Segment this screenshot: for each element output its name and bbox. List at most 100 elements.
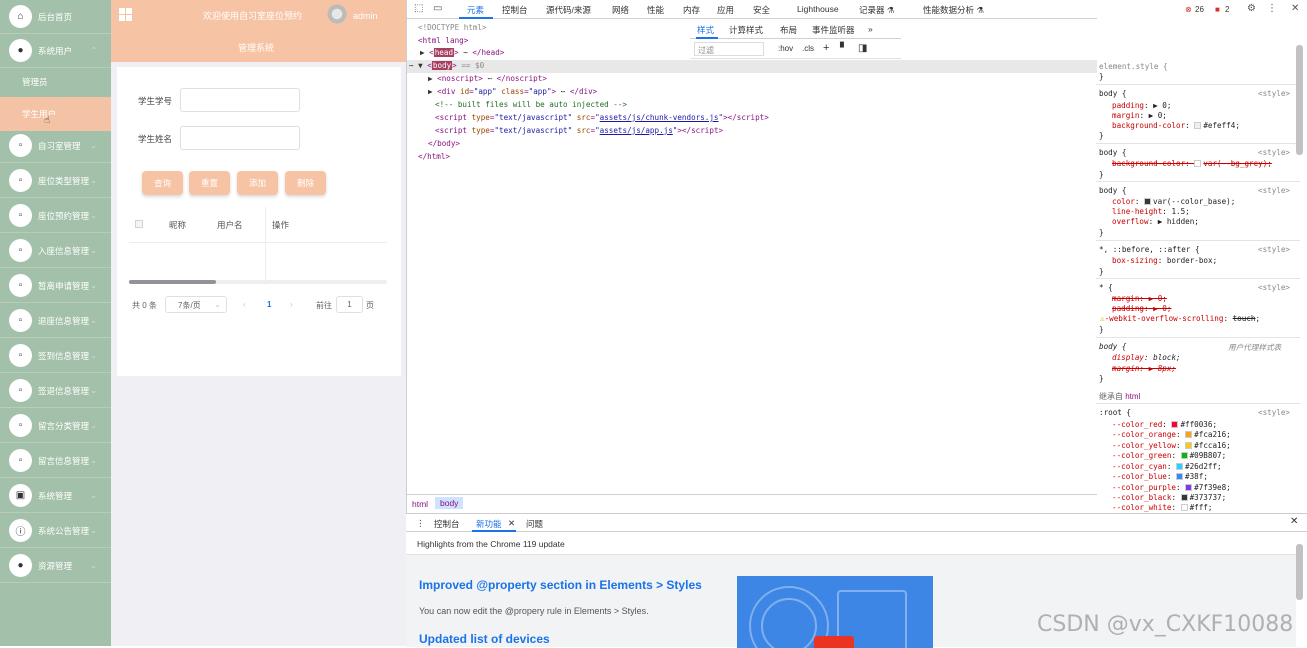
star-rule-selector[interactable]: * { <box>1099 283 1113 292</box>
prop-background-color-overridden[interactable]: background-color: var(--bg_grey); <box>1112 159 1272 168</box>
dom-app-div[interactable]: ▶ <div id="app" class="app"> ⋯ </div> <box>428 87 597 96</box>
sidebar-item-signin[interactable]: ▫ 签到信息管理 ⌄ <box>0 339 111 373</box>
gear-icon[interactable]: ⚙ <box>1247 3 1256 14</box>
student-name-input[interactable] <box>180 126 300 150</box>
prop-line-height[interactable]: line-height: 1.5; <box>1112 207 1190 216</box>
sidebar-item-seat-booking[interactable]: ▫ 座位预约管理 ⌄ <box>0 199 111 233</box>
script-src-link[interactable]: assets/js/chunk-vendors.js <box>600 113 719 122</box>
feature-heading-devices[interactable]: Updated list of devices <box>419 632 550 646</box>
page-size-select[interactable]: 7条/页 ⌄ <box>165 296 227 313</box>
sidebar-subitem-student-users[interactable]: 学生用户 ☝ <box>0 97 111 131</box>
sidebar-item-resource[interactable]: ● 资源管理 ⌄ <box>0 549 111 583</box>
error-icon[interactable]: ⊗ <box>1185 5 1192 14</box>
paint-brush-icon[interactable]: ▘ <box>840 43 848 54</box>
body-rule-selector[interactable]: body { <box>1099 186 1126 195</box>
sidebar-subitem-admin[interactable]: 管理员 <box>0 65 111 99</box>
sidebar-item-leave[interactable]: ▫ 暂离申请管理 ⌄ <box>0 269 111 303</box>
chrome-update-promo-image[interactable] <box>737 576 933 648</box>
prop-overflow[interactable]: overflow: ▶ hidden; <box>1112 217 1199 226</box>
menu-grid-icon[interactable] <box>119 8 132 21</box>
root-rule-selector[interactable]: :root { <box>1099 408 1131 417</box>
table-scrollbar-thumb[interactable] <box>129 280 216 284</box>
cls-toggle[interactable]: .cls <box>802 44 814 53</box>
video-play-icon[interactable] <box>814 636 854 648</box>
inspect-element-icon[interactable]: ⬚ <box>414 3 423 14</box>
rule-source[interactable]: <style> <box>1258 89 1290 98</box>
tab-elements[interactable]: 元素 <box>467 4 484 16</box>
avatar[interactable] <box>325 2 349 26</box>
username[interactable]: admin <box>353 11 378 21</box>
sidebar-item-signout[interactable]: ▫ 签退信息管理 ⌄ <box>0 374 111 408</box>
dom-script-vendors[interactable]: <script type="text/javascript" src="asse… <box>435 113 769 122</box>
current-page[interactable]: 1 <box>267 300 271 309</box>
next-page-icon[interactable]: › <box>290 300 293 309</box>
rule-source[interactable]: <style> <box>1258 408 1290 417</box>
rule-source[interactable]: <style> <box>1258 186 1290 195</box>
var-color-orange[interactable]: --color_orange: #fca216; <box>1112 430 1231 439</box>
expand-triangle-icon[interactable]: ▶ <box>428 87 433 96</box>
var-color-yellow[interactable]: --color_yellow: #fcca16; <box>1112 441 1231 450</box>
ua-body-rule-selector[interactable]: body { <box>1099 342 1126 351</box>
error-count[interactable]: 26 <box>1195 5 1204 14</box>
rule-source[interactable]: <style> <box>1258 283 1290 292</box>
close-icon[interactable]: ✕ <box>1291 3 1299 14</box>
more-vert-icon[interactable]: ⋮ <box>1267 3 1277 14</box>
prop-background-color[interactable]: background-color: #efeff4; <box>1112 121 1240 130</box>
sidebar-item-home[interactable]: ⌂ 后台首页 <box>0 0 111 34</box>
hov-toggle[interactable]: :hov <box>778 44 793 53</box>
var-color-green[interactable]: --color_green: #09B807; <box>1112 451 1226 460</box>
drawer-tab-console[interactable]: 控制台 <box>434 518 460 530</box>
add-rule-icon[interactable]: + <box>823 42 829 54</box>
dom-html-close[interactable]: </html> <box>418 152 450 161</box>
sidebar-item-exit[interactable]: ▫ 退座信息管理 ⌄ <box>0 304 111 338</box>
issue-count[interactable]: 2 <box>1225 5 1229 14</box>
var-color-purple[interactable]: --color_purple: #7f39e8; <box>1112 483 1231 492</box>
sidebar-item-seat-type[interactable]: ▫ 座位类型管理 ⌄ <box>0 164 111 198</box>
var-color-blue[interactable]: --color_blue: #38f; <box>1112 472 1208 481</box>
drawer-scrollbar[interactable] <box>1296 544 1303 600</box>
rule-source[interactable]: <style> <box>1258 148 1290 157</box>
feature-heading-property[interactable]: Improved @property section in Elements >… <box>419 578 702 592</box>
sidebar-item-system[interactable]: ▣ 系统管理 ⌄ <box>0 479 111 513</box>
prop-color[interactable]: color: var(--color_base); <box>1112 197 1235 206</box>
close-tab-icon[interactable]: ✕ <box>508 518 515 529</box>
rule-source[interactable]: <style> <box>1258 245 1290 254</box>
sidebar-item-message[interactable]: ▫ 留言信息管理 ⌄ <box>0 444 111 478</box>
more-tabs-icon[interactable]: » <box>868 24 873 34</box>
tab-lighthouse[interactable]: Lighthouse <box>797 4 839 14</box>
add-button[interactable]: 添加 <box>237 171 278 195</box>
prev-page-icon[interactable]: ‹ <box>243 300 246 309</box>
drawer-tab-issues[interactable]: 问题 <box>526 518 543 530</box>
select-all-checkbox[interactable] <box>135 220 143 228</box>
sidebar-item-checkin[interactable]: ▫ 入座信息管理 ⌄ <box>0 234 111 268</box>
script-src-link[interactable]: assets/js/app.js <box>600 126 673 135</box>
var-color-cyan[interactable]: --color_cyan: #26d2ff; <box>1112 462 1222 471</box>
query-button[interactable]: 查询 <box>142 171 183 195</box>
tab-application[interactable]: 应用 <box>717 4 734 16</box>
tab-styles[interactable]: 样式 <box>697 24 714 36</box>
delete-button[interactable]: 删除 <box>285 171 326 195</box>
sidebar-item-announcement[interactable]: ⓘ 系统公告管理 ⌄ <box>0 514 111 548</box>
goto-page-input[interactable]: 1 <box>336 296 363 313</box>
sidebar-item-system-users[interactable]: ● 系统用户 ⌃ <box>0 34 111 68</box>
drawer-tab-whats-new[interactable]: 新功能 <box>476 518 502 530</box>
close-drawer-icon[interactable]: ✕ <box>1290 516 1298 527</box>
dom-html-open[interactable]: <html lang> <box>418 36 468 45</box>
expand-triangle-icon[interactable]: ▶ <box>420 48 425 57</box>
student-id-input[interactable] <box>180 88 300 112</box>
body-rule-selector[interactable]: body { <box>1099 89 1126 98</box>
body-rule-selector[interactable]: body { <box>1099 148 1126 157</box>
prop-overflow-scrolling[interactable]: ⚠-webkit-overflow-scrolling: touch; <box>1100 314 1260 323</box>
tab-security[interactable]: 安全 <box>753 4 770 16</box>
var-color-black[interactable]: --color_black: #373737; <box>1112 493 1226 502</box>
expand-triangle-icon[interactable]: ⋯ ▼ <box>409 61 423 70</box>
prop-margin-overridden[interactable]: margin: ▶ 0; <box>1112 294 1167 303</box>
sidebar-item-study-room[interactable]: ▫ 自习室管理 ⌄ <box>0 129 111 163</box>
dom-noscript[interactable]: ▶ <noscript> ⋯ </noscript> <box>428 74 547 83</box>
prop-box-sizing[interactable]: box-sizing: border-box; <box>1112 256 1217 265</box>
dom-doctype[interactable]: <!DOCTYPE html> <box>418 23 487 32</box>
tab-memory[interactable]: 内存 <box>683 4 700 16</box>
drawer-menu-icon[interactable]: ⋮ <box>416 518 425 529</box>
dom-comment[interactable]: <!-- built files will be auto injected -… <box>435 100 627 109</box>
tab-computed[interactable]: 计算样式 <box>729 24 763 36</box>
